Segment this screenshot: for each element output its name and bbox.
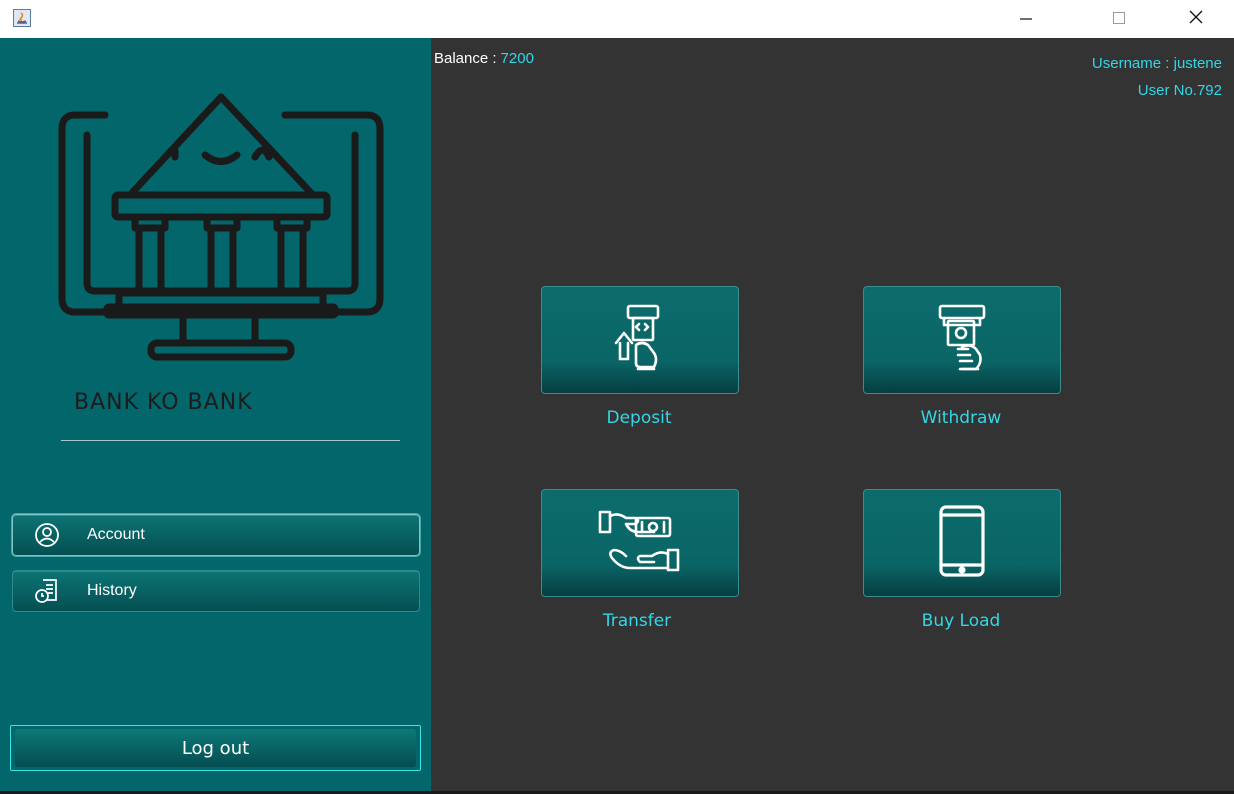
mobile-phone-icon — [938, 505, 986, 581]
deposit-label: Deposit — [606, 408, 672, 428]
sidebar-item-label: Account — [87, 526, 145, 543]
bank-monitor-logo — [55, 93, 387, 367]
withdraw-button[interactable] — [863, 286, 1061, 394]
close-button[interactable] — [1173, 0, 1219, 38]
sidebar: BANK KO BANK Account History Log out — [0, 38, 431, 791]
main-panel: Balance :7200 Username : justene User No… — [431, 38, 1234, 791]
sidebar-item-label: History — [87, 582, 137, 599]
buy-load-label: Buy Load — [921, 611, 1001, 631]
atm-deposit-icon — [608, 303, 672, 377]
user-circle-icon — [33, 521, 61, 549]
sidebar-item-history[interactable]: History — [12, 570, 420, 612]
logout-button-frame: Log out — [10, 725, 421, 771]
user-info: Username : justene User No.792 — [1092, 50, 1222, 104]
withdraw-label: Withdraw — [920, 408, 1002, 428]
title-bar — [0, 0, 1234, 38]
transfer-label: Transfer — [602, 611, 672, 631]
history-document-icon — [33, 577, 61, 605]
balance-label: Balance : — [434, 50, 497, 67]
java-app-icon — [13, 9, 31, 27]
sidebar-item-account[interactable]: Account — [12, 514, 420, 556]
sidebar-divider — [61, 440, 400, 441]
bank-name: BANK KO BANK — [74, 390, 253, 415]
logout-button[interactable]: Log out — [15, 729, 416, 767]
balance: Balance :7200 — [434, 50, 534, 67]
user-number: User No.792 — [1137, 82, 1222, 99]
close-icon — [1188, 9, 1204, 29]
minimize-button[interactable] — [1003, 0, 1049, 38]
transfer-button[interactable] — [541, 489, 739, 597]
balance-value: 7200 — [500, 50, 534, 67]
buy-load-button[interactable] — [863, 489, 1061, 597]
maximize-icon — [1112, 10, 1126, 29]
username: Username : justene — [1091, 55, 1222, 72]
deposit-button[interactable] — [541, 286, 739, 394]
atm-withdraw-icon — [930, 303, 994, 377]
maximize-button[interactable] — [1096, 0, 1142, 38]
minimize-icon — [1019, 10, 1033, 29]
money-transfer-icon — [596, 506, 684, 580]
